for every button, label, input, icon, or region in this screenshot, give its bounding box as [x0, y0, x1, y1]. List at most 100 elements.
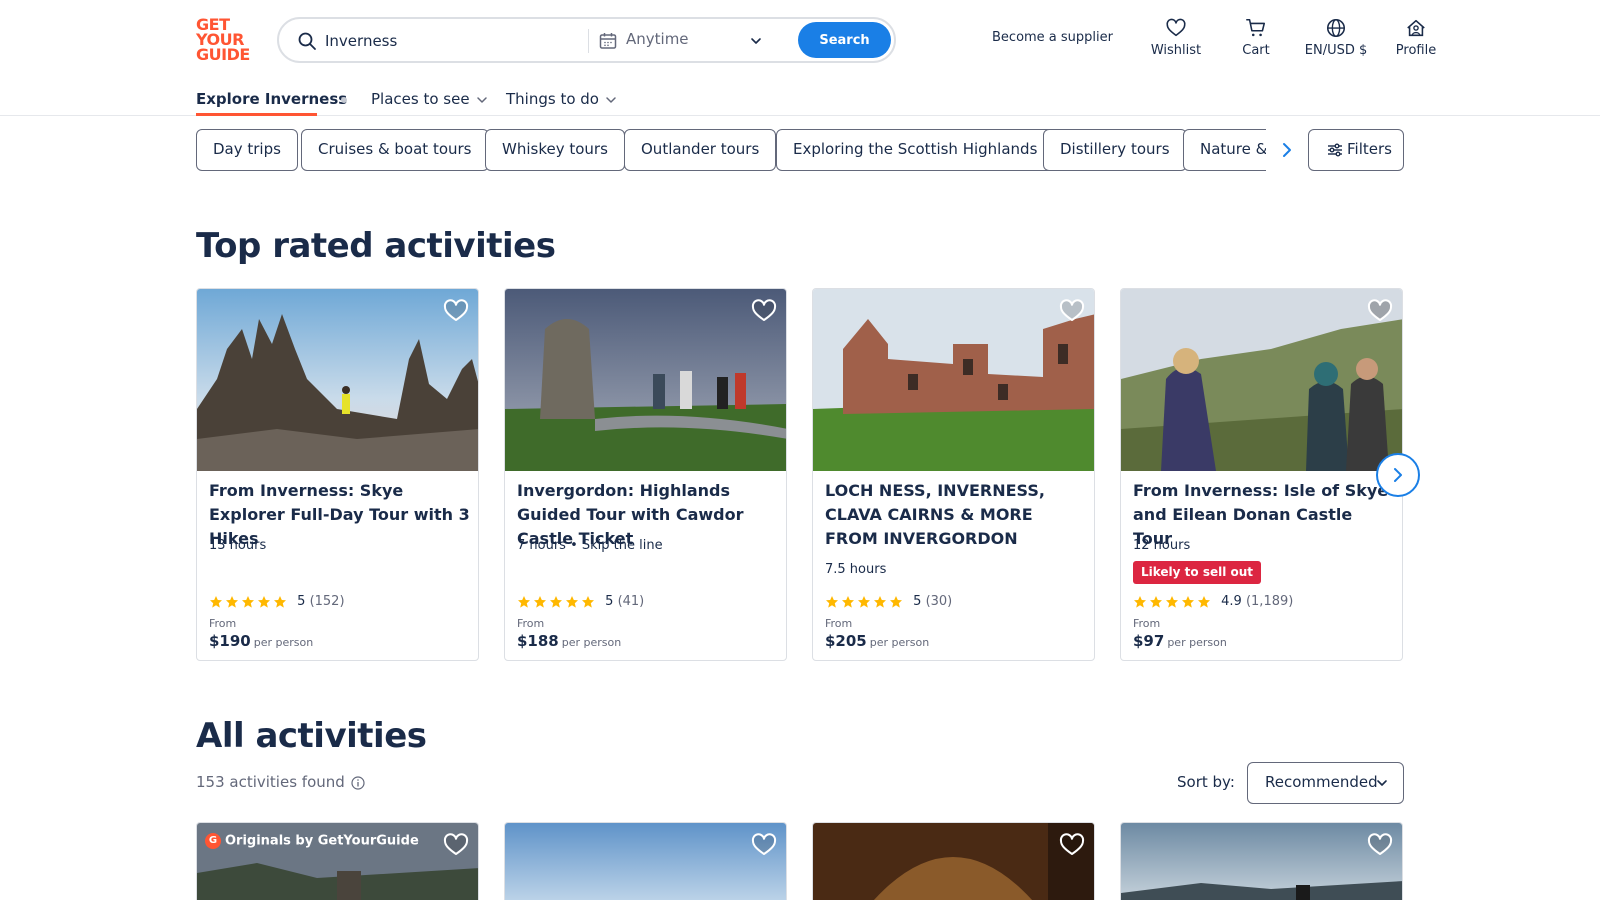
heart-icon[interactable]: [1058, 831, 1086, 859]
star-icon: [858, 595, 870, 608]
heart-icon[interactable]: [1058, 297, 1086, 325]
rating-value: 4.9: [1221, 594, 1242, 609]
activity-card[interactable]: [812, 822, 1095, 900]
logo-line: GUIDE: [196, 45, 250, 64]
header: GET YOUR GUIDE Anytime Search Become a s…: [0, 0, 1600, 80]
wishlist-nav[interactable]: Wishlist: [1136, 17, 1216, 67]
price-value: $97: [1133, 632, 1165, 650]
calendar-icon[interactable]: [598, 31, 618, 51]
price-value: $190: [209, 632, 251, 650]
all-activities-title: All activities: [196, 716, 427, 756]
filters-button[interactable]: Filters: [1308, 129, 1404, 171]
locale-label: EN/USD $: [1304, 43, 1368, 58]
activity-card[interactable]: G Originals by GetYourGuide: [196, 822, 479, 900]
price-value: $188: [517, 632, 559, 650]
activity-card[interactable]: [504, 822, 787, 900]
activities-count: 153 activities found: [196, 773, 365, 791]
chip-outlander[interactable]: Outlander tours: [624, 129, 777, 171]
star-icon: [242, 595, 254, 608]
activity-duration: 7.5 hours: [825, 562, 887, 577]
price-from-label: From: [517, 617, 545, 630]
profile-label: Profile: [1395, 43, 1437, 58]
sort-dropdown[interactable]: Recommended: [1247, 762, 1404, 804]
price-unit: per person: [1167, 636, 1227, 649]
price-unit: per person: [253, 636, 314, 649]
star-icon: [566, 595, 578, 608]
search-button[interactable]: Search: [798, 22, 891, 58]
heart-icon: [1166, 18, 1186, 37]
filters-icon: [1328, 143, 1342, 157]
activity-duration: 12 hours: [1133, 538, 1191, 553]
cart-label: Cart: [1242, 43, 1270, 58]
chevron-down-icon: [606, 96, 616, 103]
activity-card[interactable]: [1120, 822, 1403, 900]
profile-icon: [1407, 19, 1425, 37]
wishlist-label: Wishlist: [1150, 43, 1202, 58]
tab-explore[interactable]: Explore Inverness: [196, 90, 347, 108]
star-icon: [518, 595, 530, 608]
activity-image: [813, 289, 1094, 471]
star-icon: [582, 595, 594, 608]
heart-icon[interactable]: [750, 831, 778, 859]
chevron-right-icon[interactable]: [1276, 139, 1298, 161]
top-rated-title: Top rated activities: [196, 226, 556, 266]
tab-places-to-see[interactable]: Places to see: [371, 90, 488, 108]
heart-icon[interactable]: [442, 831, 470, 859]
become-supplier-link[interactable]: Become a supplier: [992, 30, 1113, 45]
activity-price: $205 per person: [825, 632, 929, 650]
activity-image: [1121, 823, 1402, 900]
chip-day-trips[interactable]: Day trips: [196, 129, 298, 171]
info-icon[interactable]: [351, 775, 365, 790]
activity-title[interactable]: LOCH NESS, INVERNESS, CLAVA CAIRNS & MOR…: [825, 479, 1087, 551]
star-icon: [1150, 595, 1162, 608]
activity-duration: 13 hours: [209, 538, 267, 553]
price-from-label: From: [825, 617, 853, 630]
search-bar: Anytime Search: [277, 17, 896, 63]
active-tab-underline: [196, 113, 317, 116]
rating-value: 5: [913, 594, 922, 609]
search-icon: [298, 32, 316, 50]
star-icon: [1166, 595, 1178, 608]
search-input[interactable]: [325, 29, 575, 53]
sell-out-badge: Likely to sell out: [1133, 561, 1262, 584]
chip-whiskey[interactable]: Whiskey tours: [485, 129, 625, 171]
price-from-label: From: [209, 617, 237, 630]
star-icon: [274, 595, 286, 608]
locale-nav[interactable]: EN/USD $: [1296, 17, 1376, 67]
activity-image: [505, 289, 786, 471]
activity-price: $190 per person: [209, 632, 313, 650]
chip-scottish-highlands[interactable]: Exploring the Scottish Highlands: [776, 129, 1055, 171]
rating-count: (1,189): [1245, 594, 1294, 609]
subnav-separator: [341, 97, 347, 103]
heart-icon[interactable]: [1366, 831, 1394, 859]
heart-icon[interactable]: [442, 297, 470, 325]
star-icon: [258, 595, 270, 608]
filters-label: Filters: [1347, 140, 1392, 158]
chip-nature[interactable]: Nature & wildlife: [1183, 129, 1266, 171]
heart-icon[interactable]: [1366, 297, 1394, 325]
sort-label: Sort by:: [1177, 773, 1235, 791]
star-icon: [1134, 595, 1146, 608]
activity-card[interactable]: From Inverness: Skye Explorer Full-Day T…: [196, 288, 479, 661]
activity-card[interactable]: LOCH NESS, INVERNESS, CLAVA CAIRNS & MOR…: [812, 288, 1095, 661]
originals-text: Originals by GetYourGuide: [225, 833, 419, 849]
globe-icon: [1326, 18, 1346, 38]
category-chips: Day trips Cruises & boat tours Whiskey t…: [196, 129, 1266, 171]
heart-icon[interactable]: [750, 297, 778, 325]
logo[interactable]: GET YOUR GUIDE: [196, 17, 256, 63]
date-picker[interactable]: Anytime: [626, 30, 689, 48]
tab-things-to-do[interactable]: Things to do: [506, 90, 617, 108]
cart-nav[interactable]: Cart: [1216, 17, 1296, 67]
search-divider: [588, 29, 589, 53]
chevron-down-icon[interactable]: [749, 34, 763, 48]
activity-card[interactable]: Invergordon: Highlands Guided Tour with …: [504, 288, 787, 661]
profile-nav[interactable]: Profile: [1376, 17, 1456, 67]
getyourguide-logo-icon: G: [205, 833, 221, 849]
chip-distillery[interactable]: Distillery tours: [1043, 129, 1187, 171]
activity-card[interactable]: From Inverness: Isle of Skye and Eilean …: [1120, 288, 1403, 661]
carousel-next-button[interactable]: [1376, 453, 1420, 497]
rating-stars: [825, 594, 905, 609]
price-value: $205: [825, 632, 867, 650]
chip-cruises[interactable]: Cruises & boat tours: [301, 129, 489, 171]
cart-icon: [1246, 18, 1266, 37]
